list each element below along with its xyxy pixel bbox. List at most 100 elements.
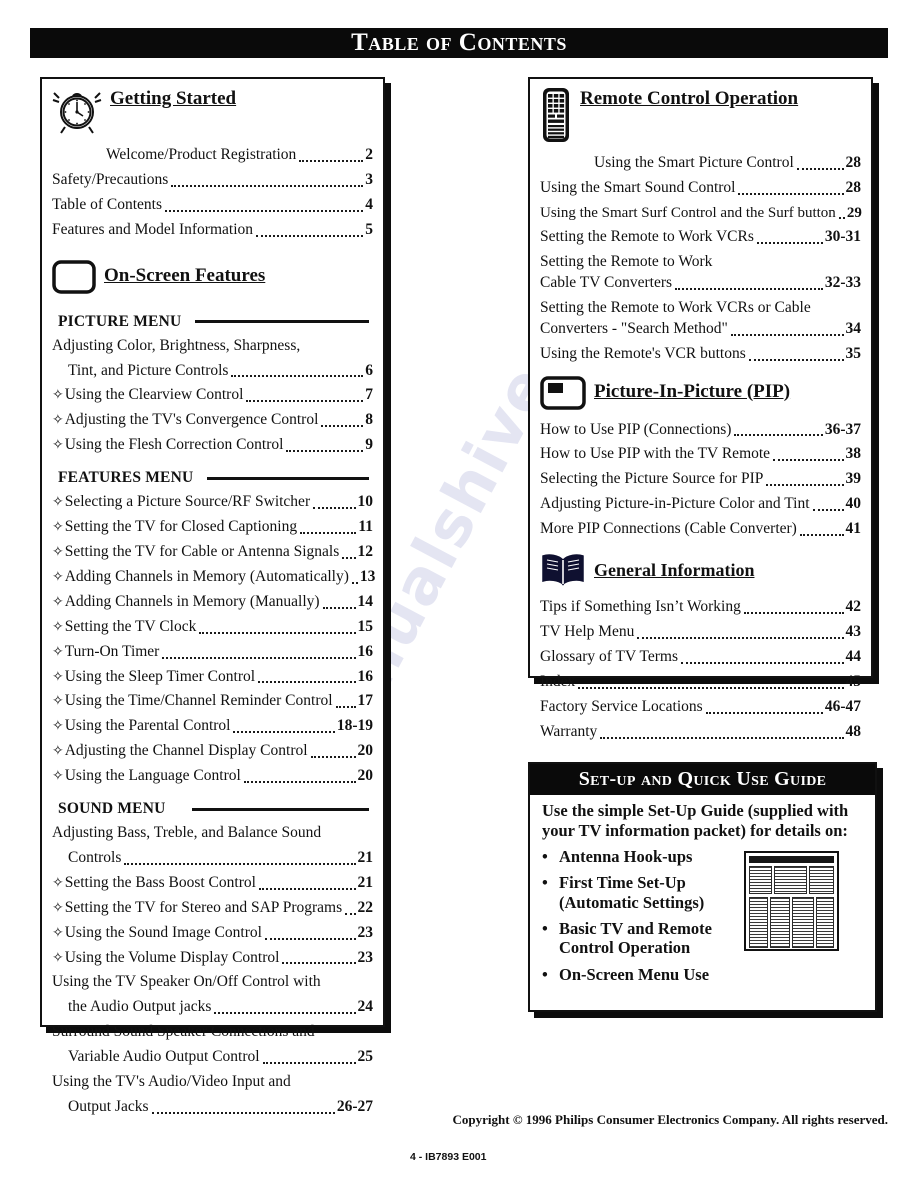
thumbnail-cell — [749, 865, 773, 894]
toc-entry[interactable]: TV Help Menu 43 — [540, 623, 861, 642]
toc-entry-label: Using the Sound Image Control — [52, 924, 262, 943]
toc-entry[interactable]: Controls 21 — [52, 849, 373, 868]
toc-entry-page: 46-47 — [824, 697, 861, 715]
leader-dots — [162, 656, 356, 659]
toc-entry[interactable]: Warranty 48 — [540, 723, 861, 742]
leader-dots — [231, 374, 364, 378]
leader-dots — [812, 508, 844, 512]
toc-entry[interactable]: Adding Channels in Memory (Automatically… — [52, 567, 376, 587]
toc-entry-label: Welcome/Product Registration — [106, 146, 297, 163]
open-book-icon — [540, 551, 586, 592]
toc-entry[interactable]: the Audio Output jacks 24 — [52, 998, 373, 1017]
toc-entry[interactable]: Setting the Remote to Work VCRs 30-31 — [540, 228, 861, 247]
leader-dots — [734, 433, 823, 437]
alarm-clock-icon — [52, 87, 102, 140]
toc-entry-wrap[interactable]: Adjusting Bass, Treble, and Balance Soun… — [52, 824, 373, 843]
bullet-icon: • — [542, 964, 548, 984]
toc-entry-page: 36-37 — [824, 420, 861, 438]
toc-entry[interactable]: Factory Service Locations 46-47 — [540, 698, 861, 717]
toc-entry-label: Using the Sleep Timer Control — [52, 668, 255, 687]
toc-entry-page: 2 — [365, 146, 373, 163]
toc-entry[interactable]: Using the Smart Sound Control 28 — [540, 179, 861, 198]
thumbnail-cell — [770, 896, 790, 948]
toc-entry-label: Adjusting the TV's Convergence Control — [52, 411, 319, 430]
toc-entry-page: 28 — [845, 154, 862, 171]
toc-entry[interactable]: Using the Sound Image Control 23 — [52, 924, 373, 943]
toc-entry[interactable]: Features and Model Information 5 — [52, 221, 373, 240]
toc-entry[interactable]: Using the Parental Control 18-19 — [52, 717, 373, 736]
tv-screen-icon — [52, 259, 96, 299]
toc-entry[interactable]: Index 45 — [540, 673, 861, 692]
toc-entry[interactable]: How to Use PIP (Connections) 36-37 — [540, 421, 861, 440]
leader-dots — [838, 216, 845, 220]
toc-entry[interactable]: Using the Flesh Correction Control 9 — [52, 436, 373, 455]
toc-entry-wrap[interactable]: Setting the Remote to Work — [540, 253, 861, 272]
toc-entry-page: 48 — [845, 722, 862, 740]
toc-entry[interactable]: Using the Clearview Control 7 — [52, 386, 373, 405]
toc-entry[interactable]: Setting the TV Clock 15 — [52, 618, 373, 637]
leader-dots — [675, 287, 823, 290]
leader-dots — [233, 730, 335, 734]
toc-entry-label: Setting the Remote to Work — [540, 253, 713, 271]
section-getting-started: Getting Started — [52, 87, 373, 140]
toc-entry-page: 13 — [359, 567, 376, 585]
toc-entry[interactable]: Using the Language Control 20 — [52, 767, 373, 786]
toc-entry[interactable]: Variable Audio Output Control 25 — [52, 1048, 373, 1067]
toc-entry[interactable]: Adding Channels in Memory (Manually) 14 — [52, 593, 373, 612]
toc-entry[interactable]: Using the Smart Picture Control 28 — [540, 154, 861, 173]
toc-entry-wrap[interactable]: Using the TV Speaker On/Off Control with — [52, 973, 373, 992]
toc-entry[interactable]: Converters - "Search Method" 34 — [540, 320, 861, 339]
leader-dots — [256, 234, 364, 237]
toc-entry[interactable]: Adjusting the Channel Display Control 20 — [52, 742, 373, 761]
list-item: • On-Screen Menu Use — [542, 965, 738, 984]
toc-entry-page: 5 — [365, 220, 373, 238]
toc-entry[interactable]: Glossary of TV Terms 44 — [540, 648, 861, 667]
leader-dots — [345, 912, 356, 915]
toc-entry-wrap[interactable]: Setting the Remote to Work VCRs or Cable — [540, 299, 861, 318]
toc-entry-label: Table of Contents — [52, 195, 162, 213]
leader-dots — [600, 736, 844, 739]
toc-entry-label: Setting the TV for Cable or Antenna Sign… — [52, 543, 340, 562]
toc-entry-page: 42 — [845, 598, 862, 616]
list-item: • First Time Set-Up (Automatic Settings) — [542, 873, 738, 912]
toc-entry[interactable]: Cable TV Converters 32-33 — [540, 274, 861, 293]
setup-banner-label: Set-up and Quick Use Guide — [578, 768, 827, 790]
toc-entry-page: 34 — [845, 319, 862, 337]
thumbnail-row — [749, 896, 834, 948]
toc-entry-page: 35 — [845, 344, 862, 362]
toc-entry[interactable]: Using the Smart Surf Control and the Sur… — [540, 204, 862, 222]
toc-entry[interactable]: Adjusting Picture-in-Picture Color and T… — [540, 495, 861, 514]
toc-entry-wrap[interactable]: Surround Sound Speaker Connections and — [52, 1023, 373, 1042]
toc-entry[interactable]: Selecting the Picture Source for PIP 39 — [540, 470, 861, 489]
toc-entry-wrap[interactable]: Adjusting Color, Brightness, Sharpness, — [52, 337, 373, 356]
toc-entry[interactable]: Adjusting the TV's Convergence Control 8 — [52, 411, 373, 430]
toc-entry[interactable]: Setting the TV for Closed Captioning 11 — [52, 518, 373, 537]
toc-entry-label: Setting the TV for Stereo and SAP Progra… — [52, 899, 342, 918]
toc-entry[interactable]: Using the Time/Channel Reminder Control … — [52, 692, 373, 711]
toc-entry[interactable]: Setting the TV for Cable or Antenna Sign… — [52, 543, 373, 562]
toc-entry[interactable]: Setting the TV for Stereo and SAP Progra… — [52, 899, 373, 918]
toc-entry[interactable]: Using the Volume Display Control 23 — [52, 949, 373, 968]
toc-entry[interactable]: Using the Sleep Timer Control 16 — [52, 668, 373, 687]
toc-entry[interactable]: How to Use PIP with the TV Remote 38 — [540, 445, 861, 464]
toc-entry[interactable]: Using the Remote's VCR buttons 35 — [540, 345, 861, 364]
toc-entry-page: 11 — [358, 518, 373, 536]
toc-entry-label: Safety/Precautions — [52, 170, 169, 188]
toc-entry-label: Using the Language Control — [52, 767, 241, 786]
toc-entry-wrap[interactable]: Using the TV's Audio/Video Input and — [52, 1073, 373, 1092]
toc-entry[interactable]: Turn-On Timer 16 — [52, 643, 373, 662]
toc-entry[interactable]: Selecting a Picture Source/RF Switcher 1… — [52, 493, 373, 512]
toc-entry-label: Adjusting Bass, Treble, and Balance Soun… — [52, 824, 322, 842]
toc-entry[interactable]: More PIP Connections (Cable Converter) 4… — [540, 520, 861, 539]
toc-entry-label: How to Use PIP (Connections) — [540, 420, 732, 438]
thumbnail-cell — [749, 896, 769, 948]
toc-entry-page: 6 — [365, 361, 373, 379]
toc-entry-label: Tips if Something Isn’t Working — [540, 598, 741, 616]
toc-entry-page: 44 — [845, 647, 862, 665]
toc-entry[interactable]: Safety/Precautions 3 — [52, 171, 373, 190]
toc-entry[interactable]: Setting the Bass Boost Control 21 — [52, 874, 373, 893]
toc-entry[interactable]: Table of Contents 4 — [52, 196, 373, 215]
toc-entry[interactable]: Tips if Something Isn’t Working 42 — [540, 598, 861, 617]
toc-entry[interactable]: Tint, and Picture Controls 6 — [52, 362, 373, 381]
toc-entry[interactable]: Welcome/Product Registration 2 — [52, 146, 373, 165]
